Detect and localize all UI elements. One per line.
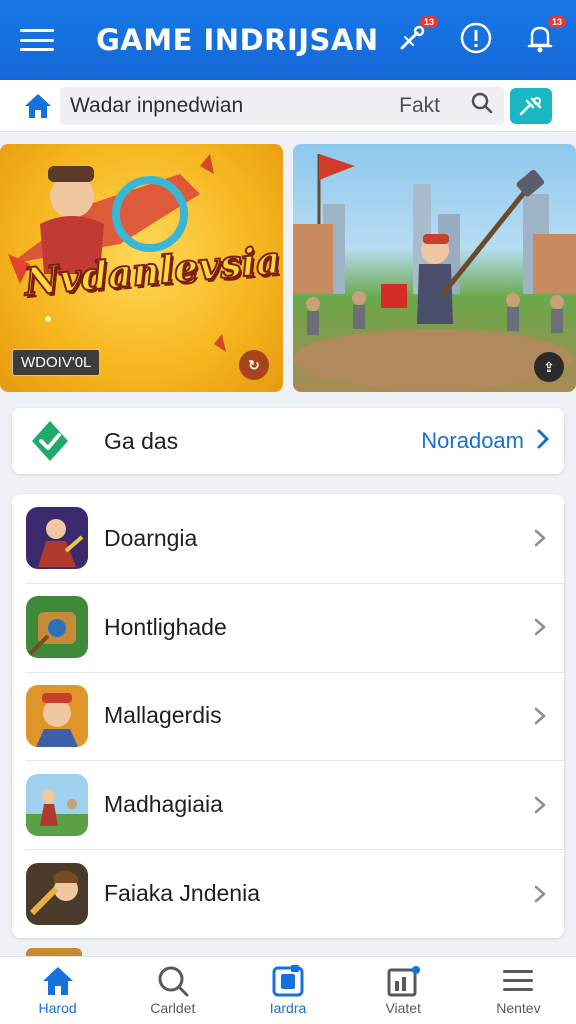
nav-search[interactable]: Carldet (115, 957, 230, 1024)
check-badge-icon (26, 417, 74, 465)
notification-badge: 13 (547, 16, 566, 28)
game-name: Doarngia (104, 524, 198, 551)
list-item[interactable]: Mallagerdis (12, 671, 564, 761)
filter-button[interactable] (510, 87, 552, 124)
home-icon[interactable] (20, 88, 56, 124)
notification-bell-icon[interactable]: 13 (522, 16, 566, 58)
refresh-icon[interactable]: ↻ (239, 350, 269, 380)
banner-tag: WDOIV'0L (12, 349, 101, 376)
menu-icon[interactable] (18, 23, 56, 57)
search-icon (158, 966, 189, 997)
category-link[interactable]: Noradoam (421, 428, 524, 454)
game-name: Madhagiaia (104, 791, 223, 818)
stats-icon (387, 966, 421, 997)
nav-menu[interactable]: Nentev (461, 957, 576, 1024)
search-icon[interactable] (470, 91, 494, 120)
nav-label: Carldet (150, 1000, 196, 1016)
search-bar-row: Wadar inpnedwian Fakt (0, 80, 576, 132)
app-header: GAME INDRIJSAN 13 13 (0, 0, 576, 80)
nav-label: Nentev (496, 1000, 541, 1016)
category-label: Ga das (104, 427, 179, 454)
game-name: Mallagerdis (104, 702, 222, 729)
menu-icon (503, 970, 534, 991)
game-thumbnail (26, 862, 88, 925)
library-icon (272, 965, 304, 997)
chevron-right-icon (534, 530, 546, 547)
chevron-right-icon (534, 885, 546, 902)
search-filter-label[interactable]: Fakt (399, 94, 440, 118)
featured-banner-left[interactable]: Nvdanlevsia WDOIV'0L ↻ (0, 144, 283, 392)
list-item[interactable]: Doarngia (12, 494, 564, 583)
search-input[interactable]: Wadar inpnedwian Fakt (60, 86, 504, 125)
game-thumbnail (26, 596, 88, 659)
chevron-right-icon (536, 428, 550, 455)
nav-stats[interactable]: Viatet (346, 957, 461, 1024)
alert-icon[interactable] (458, 18, 494, 58)
chevron-right-icon (534, 618, 546, 636)
game-name: Faiaka Jndenia (104, 880, 260, 907)
nav-library[interactable]: Iardra (230, 957, 345, 1024)
app-title: GAME INDRIJSAN (96, 23, 379, 57)
game-thumbnail (26, 684, 88, 747)
tools-icon[interactable]: 13 (394, 16, 438, 58)
list-item[interactable]: Madhagiaia (12, 760, 564, 849)
banner-artwork-scene (293, 154, 576, 389)
home-icon (42, 967, 73, 995)
game-thumbnail (26, 507, 88, 570)
nav-label: Harod (38, 1000, 77, 1016)
tools-badge: 13 (419, 16, 438, 28)
list-item[interactable]: Faiaka Jndenia (12, 849, 564, 938)
chevron-right-icon (534, 796, 546, 814)
search-query: Wadar inpnedwian (70, 93, 244, 117)
nav-label: Iardra (269, 1000, 307, 1016)
nav-label: Viatet (385, 1000, 421, 1016)
nav-home[interactable]: Harod (0, 957, 115, 1024)
list-item[interactable]: Hontlighade (12, 582, 564, 672)
game-name: Hontlighade (104, 613, 227, 640)
game-thumbnail (26, 773, 88, 836)
featured-banner-right[interactable]: ⇪ (293, 144, 576, 392)
game-list: Doarngia Hontlighade Mallagerdis Madhagi… (12, 494, 564, 938)
share-icon[interactable]: ⇪ (534, 352, 564, 382)
bottom-navigation: Harod Carldet Iardra Viatet Nentev (0, 956, 576, 1024)
chevron-right-icon (534, 707, 546, 725)
category-card[interactable]: Ga das Noradoam (12, 408, 564, 474)
